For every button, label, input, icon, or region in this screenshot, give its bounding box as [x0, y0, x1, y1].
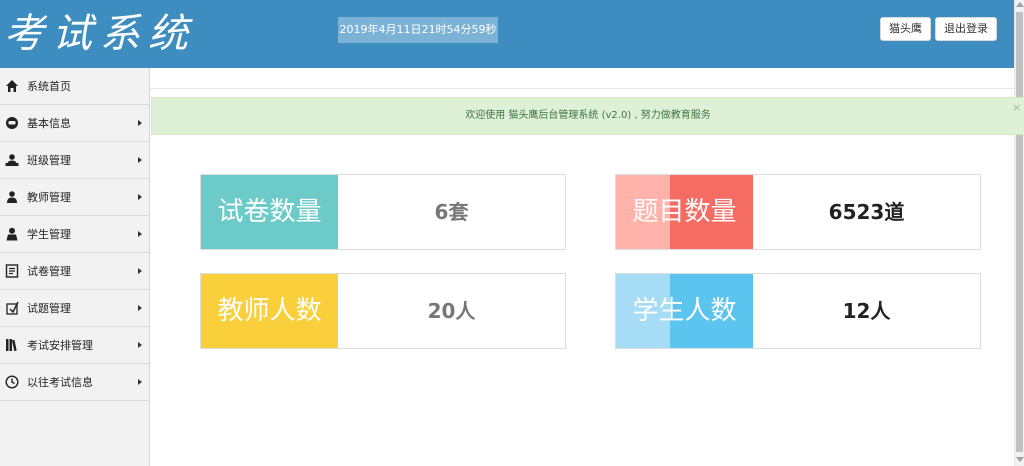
sidebar-item-label: 试卷管理 — [27, 265, 71, 278]
current-datetime: 2019年4月11日21时54分59秒 — [338, 17, 498, 43]
question-icon — [5, 301, 19, 315]
stat-label-box: 试卷数量 — [201, 175, 338, 249]
sidebar-item-label: 以往考试信息 — [27, 376, 93, 389]
stat-label: 学生人数 — [632, 296, 737, 326]
stat-card-teachers: 教师人数 20人 — [200, 273, 566, 349]
stat-card-papers: 试卷数量 6套 — [200, 174, 566, 250]
stat-label-box: 学生人数 — [616, 274, 753, 348]
sidebar-item-label: 班级管理 — [27, 154, 71, 167]
stat-label: 教师人数 — [217, 296, 322, 326]
app-logo: 考试系统 — [4, 11, 196, 57]
close-icon[interactable]: × — [1012, 101, 1021, 114]
stat-label-box: 题目数量 — [616, 175, 753, 249]
stat-value: 6523道 — [828, 200, 905, 224]
class-icon — [5, 153, 19, 167]
chevron-right-icon — [138, 379, 142, 385]
info-icon — [5, 116, 19, 130]
teacher-icon — [5, 190, 19, 204]
sidebar-item-past-exams[interactable]: 以往考试信息 — [0, 364, 149, 401]
welcome-alert: 欢迎使用 猫头鹰后台管理系统 (v2.0) , 努力做教育服务 × — [151, 97, 1024, 135]
sidebar-nav: 系统首页 基本信息 班级管理 教师管理 学生管理 试卷管理 试题管理 考试安排管… — [0, 68, 150, 466]
clock-icon — [5, 375, 19, 389]
sidebar-item-label: 系统首页 — [27, 80, 71, 93]
sidebar-item-exam-schedule[interactable]: 考试安排管理 — [0, 327, 149, 364]
chevron-right-icon — [138, 305, 142, 311]
sidebar-item-home[interactable]: 系统首页 — [0, 68, 149, 105]
stat-label: 试卷数量 — [217, 197, 322, 227]
student-icon — [5, 227, 19, 241]
chevron-right-icon — [138, 194, 142, 200]
user-button[interactable]: 猫头鹰 — [880, 17, 931, 41]
stat-value: 20人 — [427, 299, 476, 323]
sidebar-item-basic-info[interactable]: 基本信息 — [0, 105, 149, 142]
scroll-up-arrow[interactable] — [1016, 2, 1024, 7]
welcome-message: 欢迎使用 猫头鹰后台管理系统 (v2.0) , 努力做教育服务 — [152, 98, 1024, 134]
scroll-down-arrow[interactable] — [1016, 457, 1024, 462]
chevron-right-icon — [138, 120, 142, 126]
header-bar: 考试系统 2019年4月11日21时54分59秒 猫头鹰 退出登录 — [0, 0, 1014, 68]
stat-label: 题目数量 — [632, 197, 737, 227]
sidebar-item-teacher-management[interactable]: 教师管理 — [0, 179, 149, 216]
welcome-message-text: 欢迎使用 猫头鹰后台管理系统 (v2.0) , 努力做 — [465, 110, 671, 121]
sidebar-item-label: 考试安排管理 — [27, 339, 93, 352]
sidebar-item-student-management[interactable]: 学生管理 — [0, 216, 149, 253]
stat-card-questions: 题目数量 6523道 — [615, 174, 981, 250]
chevron-right-icon — [138, 231, 142, 237]
stat-value: 6套 — [434, 200, 469, 224]
vertical-scrollbar[interactable] — [1014, 0, 1024, 466]
sidebar-item-paper-management[interactable]: 试卷管理 — [0, 253, 149, 290]
chevron-right-icon — [138, 342, 142, 348]
sidebar-item-label: 基本信息 — [27, 117, 71, 130]
sidebar-item-label: 教师管理 — [27, 191, 71, 204]
chevron-right-icon — [138, 268, 142, 274]
logout-button[interactable]: 退出登录 — [935, 17, 997, 41]
home-icon — [5, 79, 19, 93]
sidebar-item-question-management[interactable]: 试题管理 — [0, 290, 149, 327]
stat-card-students: 学生人数 12人 — [615, 273, 981, 349]
welcome-message-emphasis: 教育服务 — [670, 110, 711, 121]
stat-label-box: 教师人数 — [201, 274, 338, 348]
chevron-right-icon — [138, 157, 142, 163]
books-icon — [5, 338, 19, 352]
content-divider — [150, 88, 1014, 89]
sidebar-item-class-management[interactable]: 班级管理 — [0, 142, 149, 179]
paper-icon — [5, 264, 19, 278]
sidebar-item-label: 学生管理 — [27, 228, 71, 241]
sidebar-item-label: 试题管理 — [27, 302, 71, 315]
stat-value: 12人 — [842, 299, 891, 323]
scroll-thumb[interactable] — [1016, 12, 1023, 452]
